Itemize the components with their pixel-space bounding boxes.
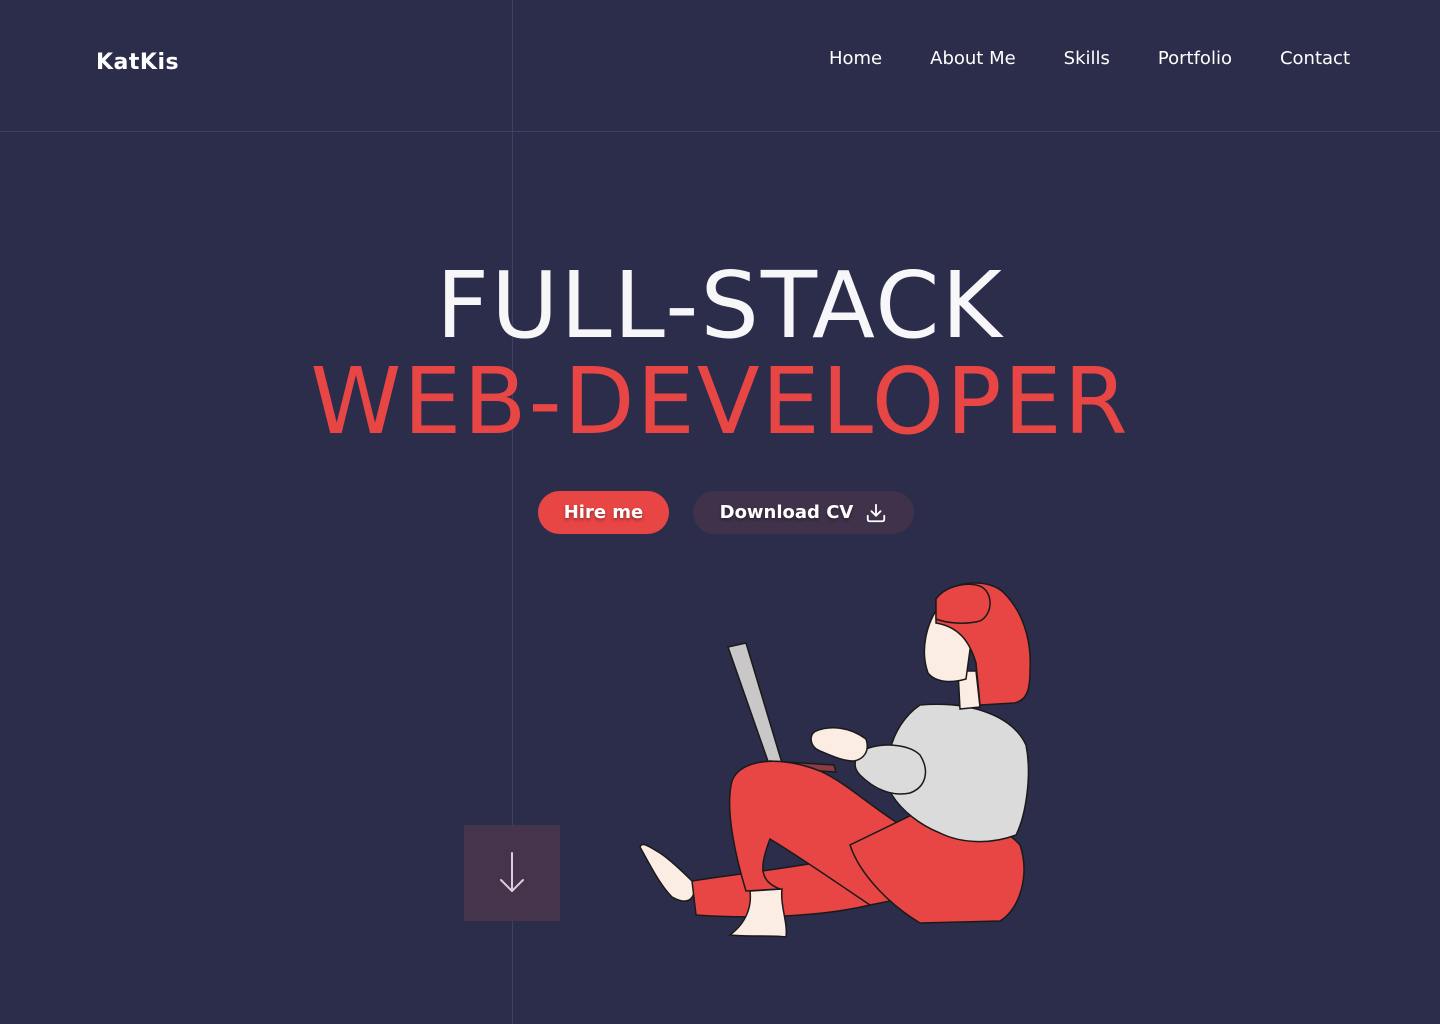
hero-title-line-2: WEB-DEVELOPER (310, 348, 1130, 455)
hire-me-button[interactable]: Hire me (538, 491, 669, 534)
download-icon (867, 503, 886, 522)
header-divider (0, 131, 1440, 132)
arrow-down-icon (500, 852, 524, 892)
nav-skills[interactable]: Skills (1064, 48, 1110, 69)
site-logo[interactable]: KatKis (96, 50, 179, 75)
main-nav: Home About Me Skills Portfolio Contact (829, 48, 1350, 69)
download-cv-button[interactable]: Download CV (693, 491, 914, 534)
scroll-down-button[interactable] (464, 825, 560, 921)
nav-contact[interactable]: Contact (1280, 48, 1350, 69)
nav-about-me[interactable]: About Me (930, 48, 1016, 69)
landing-page: KatKis Home About Me Skills Portfolio Co… (0, 0, 1440, 1024)
hire-me-label: Hire me (563, 502, 644, 523)
nav-home[interactable]: Home (829, 48, 882, 69)
developer-illustration (639, 582, 1031, 938)
download-cv-label: Download CV (719, 502, 854, 523)
hero-title-line-1: FULL-STACK (436, 252, 1004, 359)
nav-portfolio[interactable]: Portfolio (1158, 48, 1232, 69)
